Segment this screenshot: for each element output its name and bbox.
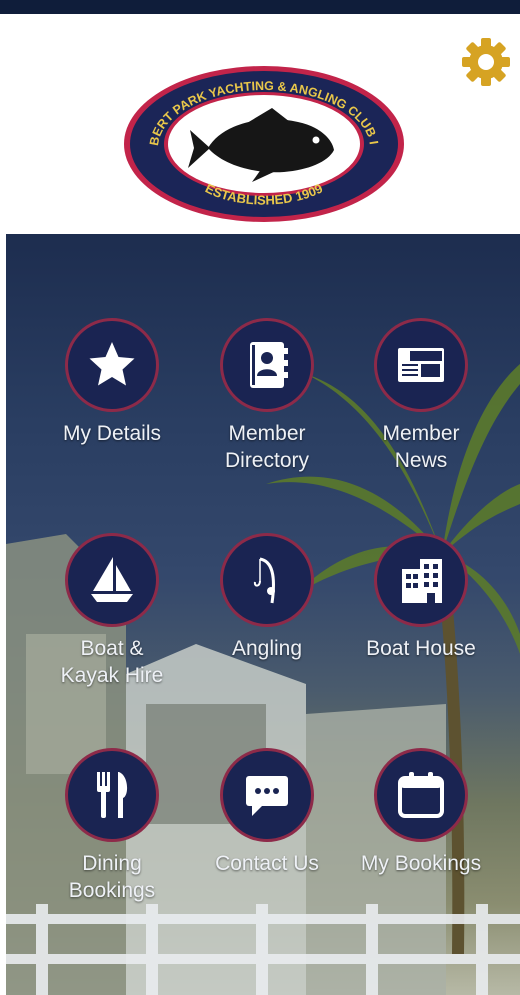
- menu-my-bookings[interactable]: My Bookings: [346, 748, 496, 877]
- menu-icon-circle: [65, 748, 159, 842]
- menu-angling[interactable]: Angling: [192, 533, 342, 662]
- menu-boat-house[interactable]: Boat House: [346, 533, 496, 662]
- menu-dining-bookings[interactable]: Dining Bookings: [37, 748, 187, 904]
- top-bar: [0, 0, 520, 14]
- menu-icon-circle: [374, 748, 468, 842]
- building-icon: [402, 559, 442, 603]
- menu-icon-circle: [220, 318, 314, 412]
- menu-icon-circle: [65, 318, 159, 412]
- menu-label: Member Directory: [224, 422, 309, 472]
- menu-member-directory[interactable]: Member Directory: [192, 318, 342, 474]
- menu-label: Member News: [382, 422, 460, 472]
- menu-icon-circle: [65, 533, 159, 627]
- menu-icon-circle: [374, 533, 468, 627]
- menu-my-details[interactable]: My Details: [37, 318, 187, 447]
- menu-contact-us[interactable]: Contact Us: [192, 748, 342, 877]
- menu-icon-circle: [220, 748, 314, 842]
- menu-label: Angling: [231, 637, 303, 660]
- gear-icon[interactable]: [458, 34, 514, 90]
- menu-label: My Details: [62, 422, 162, 445]
- menu-label: Boat House: [366, 637, 476, 660]
- header: ALBERT PARK YACHTING & ANGLING CLUB INC …: [0, 14, 520, 234]
- star-icon: [89, 342, 135, 386]
- cutlery-icon: [97, 772, 128, 818]
- chat-icon: [246, 776, 288, 816]
- calendar-icon: [398, 772, 444, 818]
- address-book-icon: [250, 342, 288, 388]
- fishing-rod-icon: [253, 557, 275, 604]
- menu-label: My Bookings: [360, 852, 482, 875]
- menu-member-news[interactable]: Member News: [346, 318, 496, 474]
- menu-icon-circle: [220, 533, 314, 627]
- menu-label: Boat & Kayak Hire: [60, 637, 164, 687]
- newspaper-icon: [398, 348, 444, 382]
- sailboat-icon: [91, 557, 133, 602]
- menu-label: Contact Us: [215, 852, 319, 875]
- menu-boat-kayak-hire[interactable]: Boat & Kayak Hire: [37, 533, 187, 689]
- menu-label: Dining Bookings: [68, 852, 156, 902]
- club-logo: ALBERT PARK YACHTING & ANGLING CLUB INC …: [122, 64, 404, 222]
- menu-icon-circle: [374, 318, 468, 412]
